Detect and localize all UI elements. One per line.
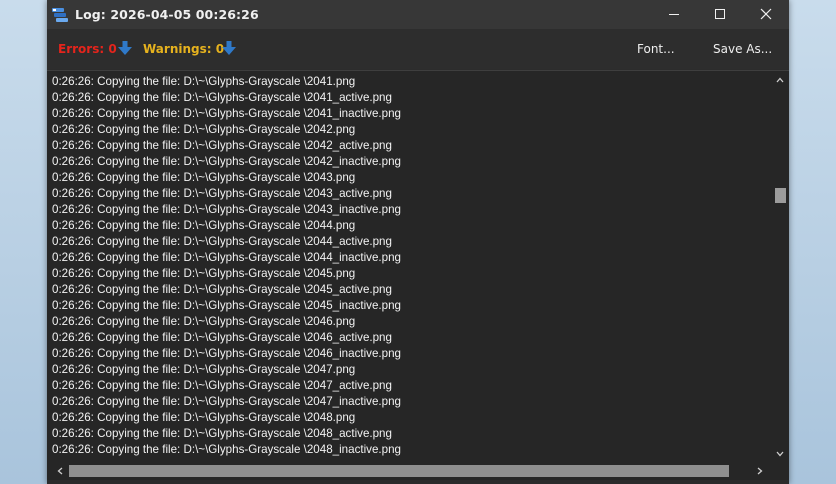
horizontal-scrollbar[interactable] <box>47 462 789 480</box>
log-line: 0:26:26: Copying the file: D:\~\Glyphs-G… <box>52 299 401 312</box>
horizontal-scroll-thumb[interactable] <box>69 465 729 477</box>
log-line: 0:26:26: Copying the file: D:\~\Glyphs-G… <box>52 187 392 200</box>
chevron-up-icon[interactable] <box>771 73 789 87</box>
chevron-right-icon[interactable] <box>753 462 767 480</box>
next-error-button[interactable] <box>118 29 132 69</box>
log-line: 0:26:26: Copying the file: D:\~\Glyphs-G… <box>52 315 356 328</box>
log-line: 0:26:26: Copying the file: D:\~\Glyphs-G… <box>52 411 356 424</box>
log-line: 0:26:26: Copying the file: D:\~\Glyphs-G… <box>52 219 356 232</box>
log-app-icon <box>51 7 69 23</box>
log-line: 0:26:26: Copying the file: D:\~\Glyphs-G… <box>52 251 401 264</box>
arrow-down-icon <box>222 40 236 59</box>
log-output[interactable]: 0:26:26: Copying the file: D:\~\Glyphs-G… <box>47 70 789 463</box>
vertical-scrollbar[interactable] <box>771 71 789 463</box>
log-line: 0:26:26: Copying the file: D:\~\Glyphs-G… <box>52 379 392 392</box>
log-line: 0:26:26: Copying the file: D:\~\Glyphs-G… <box>52 283 392 296</box>
close-icon <box>760 5 772 24</box>
save-as-button[interactable]: Save As... <box>713 29 772 69</box>
log-line: 0:26:26: Copying the file: D:\~\Glyphs-G… <box>52 171 356 184</box>
log-window: Log: 2026-04-05 00:26:26 Errors: 0 Warni… <box>47 0 789 484</box>
close-button[interactable] <box>743 0 789 29</box>
log-line: 0:26:26: Copying the file: D:\~\Glyphs-G… <box>52 395 401 408</box>
log-line: 0:26:26: Copying the file: D:\~\Glyphs-G… <box>52 91 392 104</box>
chevron-left-icon[interactable] <box>53 462 67 480</box>
maximize-icon <box>714 5 726 24</box>
log-line: 0:26:26: Copying the file: D:\~\Glyphs-G… <box>52 267 356 280</box>
log-line: 0:26:26: Copying the file: D:\~\Glyphs-G… <box>52 443 401 456</box>
maximize-button[interactable] <box>697 0 743 29</box>
log-line: 0:26:26: Copying the file: D:\~\Glyphs-G… <box>52 75 356 88</box>
log-line: 0:26:26: Copying the file: D:\~\Glyphs-G… <box>52 123 356 136</box>
warnings-label: Warnings: 0 <box>143 42 225 56</box>
log-line: 0:26:26: Copying the file: D:\~\Glyphs-G… <box>52 203 401 216</box>
log-line: 0:26:26: Copying the file: D:\~\Glyphs-G… <box>52 235 392 248</box>
chevron-down-icon[interactable] <box>771 447 789 461</box>
log-line: 0:26:26: Copying the file: D:\~\Glyphs-G… <box>52 363 356 376</box>
log-line: 0:26:26: Copying the file: D:\~\Glyphs-G… <box>52 139 392 152</box>
log-line: 0:26:26: Copying the file: D:\~\Glyphs-G… <box>52 107 401 120</box>
font-button[interactable]: Font... <box>637 29 675 69</box>
log-line: 0:26:26: Copying the file: D:\~\Glyphs-G… <box>52 427 392 440</box>
errors-label: Errors: 0 <box>58 42 117 56</box>
log-line: 0:26:26: Copying the file: D:\~\Glyphs-G… <box>52 331 392 344</box>
log-line: 0:26:26: Copying the file: D:\~\Glyphs-G… <box>52 347 401 360</box>
arrow-down-icon <box>118 40 132 59</box>
log-lines: 0:26:26: Copying the file: D:\~\Glyphs-G… <box>52 74 764 463</box>
log-line: 0:26:26: Copying the file: D:\~\Glyphs-G… <box>52 155 401 168</box>
title-bar[interactable]: Log: 2026-04-05 00:26:26 <box>47 0 789 29</box>
minimize-button[interactable] <box>651 0 697 29</box>
window-title: Log: 2026-04-05 00:26:26 <box>75 7 259 22</box>
minimize-icon <box>668 5 680 24</box>
next-warning-button[interactable] <box>222 29 236 69</box>
toolbar: Errors: 0 Warnings: 0 Font... Save As... <box>47 29 789 69</box>
vertical-scroll-thumb[interactable] <box>775 188 786 203</box>
